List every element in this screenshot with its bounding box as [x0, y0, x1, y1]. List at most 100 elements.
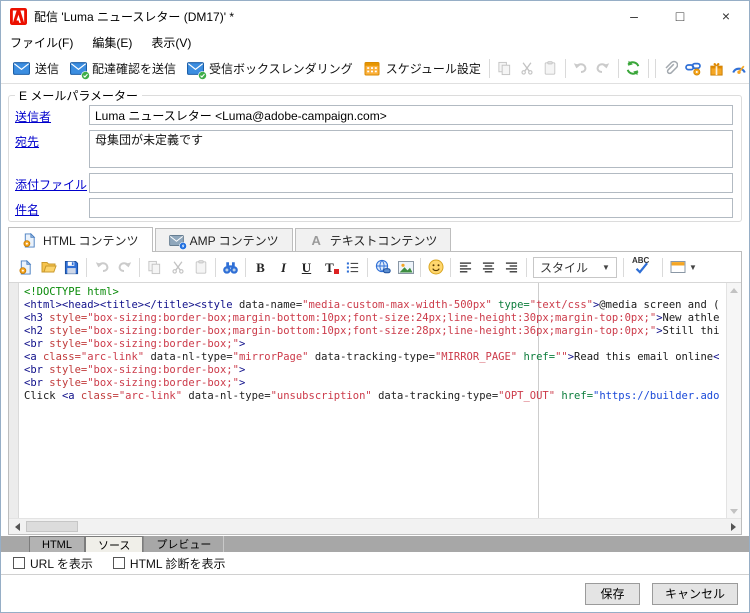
save-file-button[interactable] — [60, 256, 83, 278]
emoji-button[interactable] — [424, 256, 447, 278]
panel-layout-button[interactable]: ▼ — [666, 256, 701, 278]
maximize-button[interactable]: □ — [657, 1, 703, 31]
menu-view[interactable]: 表示(V) — [151, 32, 200, 53]
font-color-icon: T — [325, 261, 339, 274]
horizontal-scroll-thumb[interactable] — [26, 521, 78, 532]
editor-redo-button[interactable] — [113, 256, 136, 278]
close-button[interactable]: × — [703, 1, 749, 31]
attachments-button[interactable] — [659, 57, 682, 79]
copy-icon — [147, 260, 162, 275]
editor-cut-button[interactable] — [166, 256, 189, 278]
undo-button[interactable] — [569, 57, 592, 79]
align-left-button[interactable] — [454, 256, 477, 278]
attachments-link[interactable]: 添付ファイル — [15, 173, 89, 193]
editor-toolbar: B I U T スタイル ▼ ABC ▼ — [9, 252, 741, 283]
scissors-icon — [520, 61, 534, 75]
panel-icon — [670, 260, 686, 274]
show-url-checkbox[interactable] — [13, 557, 25, 569]
align-right-button[interactable] — [500, 256, 523, 278]
redo-icon — [595, 60, 611, 76]
bold-button[interactable]: B — [249, 256, 272, 278]
show-url-option[interactable]: URL を表示 — [13, 555, 93, 572]
subject-input[interactable] — [89, 198, 733, 218]
sender-link[interactable]: 送信者 — [15, 105, 89, 125]
show-html-diagnostics-option[interactable]: HTML 診断を表示 — [112, 555, 226, 572]
align-center-button[interactable] — [477, 256, 500, 278]
attachments-input[interactable] — [89, 173, 733, 193]
tab-amp-content[interactable]: AMP コンテンツ — [154, 228, 293, 251]
horizontal-scrollbar[interactable] — [9, 518, 741, 534]
redo-button[interactable] — [592, 57, 615, 79]
save-button[interactable]: 保存 — [584, 582, 640, 605]
tab-html-content[interactable]: HTML コンテンツ — [8, 227, 153, 252]
clipboard-icon — [543, 61, 557, 75]
show-html-diagnostics-checkbox[interactable] — [112, 557, 125, 569]
minimize-button[interactable]: – — [611, 1, 657, 31]
send-proof-button[interactable]: 配達確認を送信 — [64, 56, 181, 81]
offer-button[interactable] — [705, 57, 728, 79]
toolbar-separator — [488, 58, 490, 78]
email-parameters-legend: E メールパラメーター — [19, 89, 138, 103]
menu-edit[interactable]: 編集(E) — [92, 32, 141, 53]
typology-gauge-button[interactable] — [728, 57, 750, 79]
attachments-row: 添付ファイル — [15, 173, 733, 193]
show-html-diagnostics-label: HTML 診断を表示 — [129, 556, 226, 571]
redo-icon — [117, 259, 133, 275]
subject-link[interactable]: 件名 — [15, 198, 89, 218]
cut-button[interactable] — [516, 57, 539, 79]
calendar-icon — [363, 59, 381, 77]
email-parameters-section: E メールパラメーター 送信者 宛先 母集団が未定義です 添付ファイル 件名 — [1, 84, 749, 226]
editor-copy-button[interactable] — [143, 256, 166, 278]
underline-button[interactable]: U — [295, 256, 318, 278]
toolbar-separator — [617, 58, 619, 78]
view-tab-preview[interactable]: プレビュー — [143, 536, 225, 552]
bold-icon: B — [256, 259, 265, 275]
refresh-button[interactable] — [622, 57, 645, 79]
globe-link-icon — [375, 259, 391, 275]
code-lines[interactable]: <!DOCTYPE html> <html><head><title></titl… — [24, 286, 725, 518]
sender-input[interactable] — [89, 105, 733, 125]
refresh-icon — [625, 60, 641, 76]
new-document-button[interactable] — [14, 256, 37, 278]
schedule-button[interactable]: スケジュール設定 — [358, 56, 486, 81]
underline-icon: U — [301, 259, 312, 275]
scroll-up-arrow[interactable] — [727, 283, 741, 297]
find-button[interactable] — [219, 256, 242, 278]
insert-image-button[interactable] — [394, 256, 417, 278]
amp-envelope-icon — [168, 233, 187, 250]
inbox-rendering-button[interactable]: 受信ボックスレンダリング — [181, 56, 358, 81]
list-button[interactable] — [341, 256, 364, 278]
spellcheck-button[interactable]: ABC — [627, 256, 659, 278]
send-button[interactable]: 送信 — [7, 56, 64, 81]
style-dropdown[interactable]: スタイル ▼ — [533, 256, 617, 278]
view-tab-source[interactable]: ソース — [84, 536, 144, 552]
smiley-icon — [428, 259, 444, 275]
link-button[interactable] — [682, 57, 705, 79]
vertical-scrollbar[interactable] — [726, 283, 741, 518]
sender-row: 送信者 — [15, 105, 733, 125]
scroll-down-arrow[interactable] — [727, 504, 741, 518]
window-title: 配信 'Luma ニュースレター (DM17)' * — [34, 9, 235, 24]
tab-html-label: HTML コンテンツ — [43, 233, 139, 248]
recipients-link[interactable]: 宛先 — [15, 130, 89, 150]
toolbar-separator — [661, 257, 663, 277]
copy-button[interactable] — [493, 57, 516, 79]
tab-text-content[interactable]: A テキストコンテンツ — [294, 228, 452, 251]
editor-paste-button[interactable] — [189, 256, 212, 278]
open-file-button[interactable] — [37, 256, 60, 278]
menu-file[interactable]: ファイル(F) — [10, 32, 82, 53]
envelope-check-icon — [186, 59, 207, 80]
recipients-row: 宛先 母集団が未定義です — [15, 130, 733, 168]
view-tab-html[interactable]: HTML — [29, 536, 85, 552]
italic-button[interactable]: I — [272, 256, 295, 278]
paste-button[interactable] — [539, 57, 562, 79]
toolbar-separator — [215, 257, 216, 277]
editor-undo-button[interactable] — [90, 256, 113, 278]
recipients-box[interactable]: 母集団が未定義です — [89, 130, 733, 168]
scroll-right-arrow[interactable] — [725, 519, 741, 534]
cancel-button[interactable]: キャンセル — [651, 582, 738, 605]
insert-link-button[interactable] — [371, 256, 394, 278]
scroll-left-arrow[interactable] — [9, 519, 25, 534]
font-color-button[interactable]: T — [318, 256, 341, 278]
schedule-label: スケジュール設定 — [385, 61, 481, 76]
